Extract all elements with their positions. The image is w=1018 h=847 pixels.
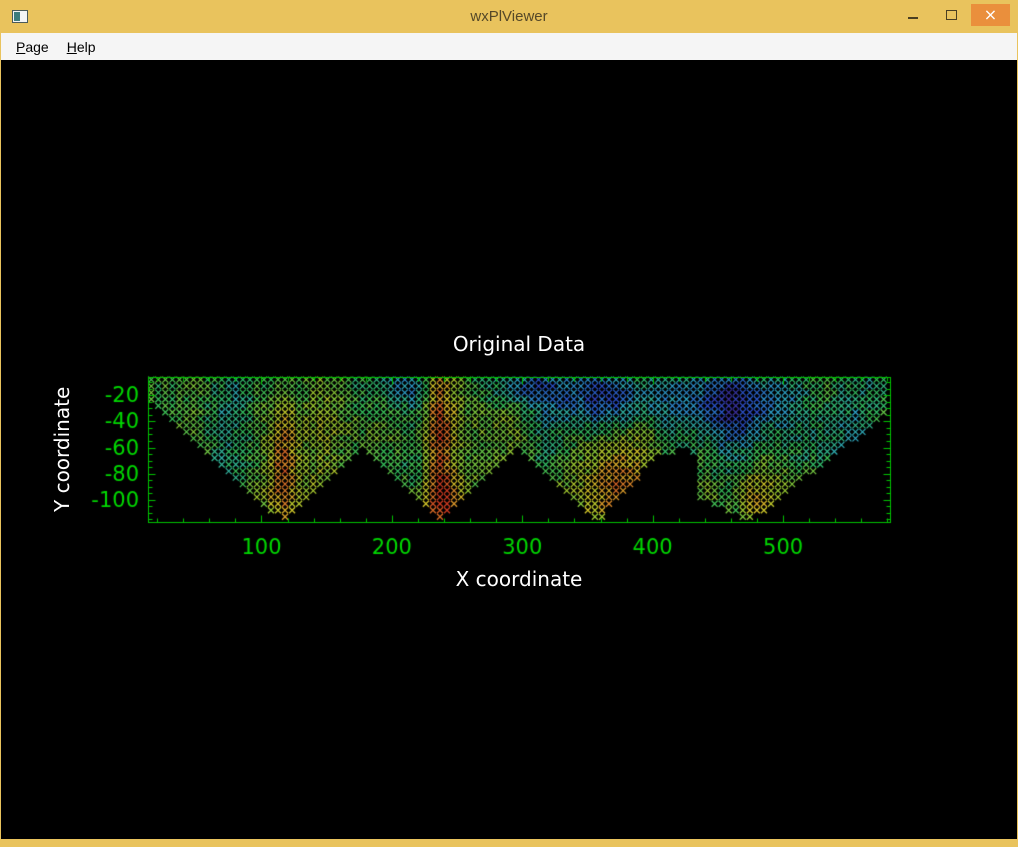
x-axis-label: X coordinate xyxy=(455,567,583,591)
plot-canvas xyxy=(1,60,1017,839)
menu-accel: H xyxy=(66,38,77,55)
y-axis-label: Y coordinate xyxy=(50,386,74,513)
window-title: wxPlViewer xyxy=(470,8,548,25)
plot-area: Original Data X coordinate Y coordinate xyxy=(1,60,1017,839)
menu-item-help[interactable]: Help xyxy=(58,36,105,58)
menu-label-rest: age xyxy=(25,38,49,55)
plot-title: Original Data xyxy=(452,332,586,356)
window-titlebar[interactable]: wxPlViewer × xyxy=(1,0,1017,33)
window: wxPlViewer × Page Help Original Data X c… xyxy=(0,0,1018,847)
menu-label-rest: elp xyxy=(76,38,96,55)
menu-item-page[interactable]: Page xyxy=(7,36,58,58)
menu-accel: P xyxy=(16,38,26,55)
menubar: Page Help xyxy=(1,33,1017,60)
